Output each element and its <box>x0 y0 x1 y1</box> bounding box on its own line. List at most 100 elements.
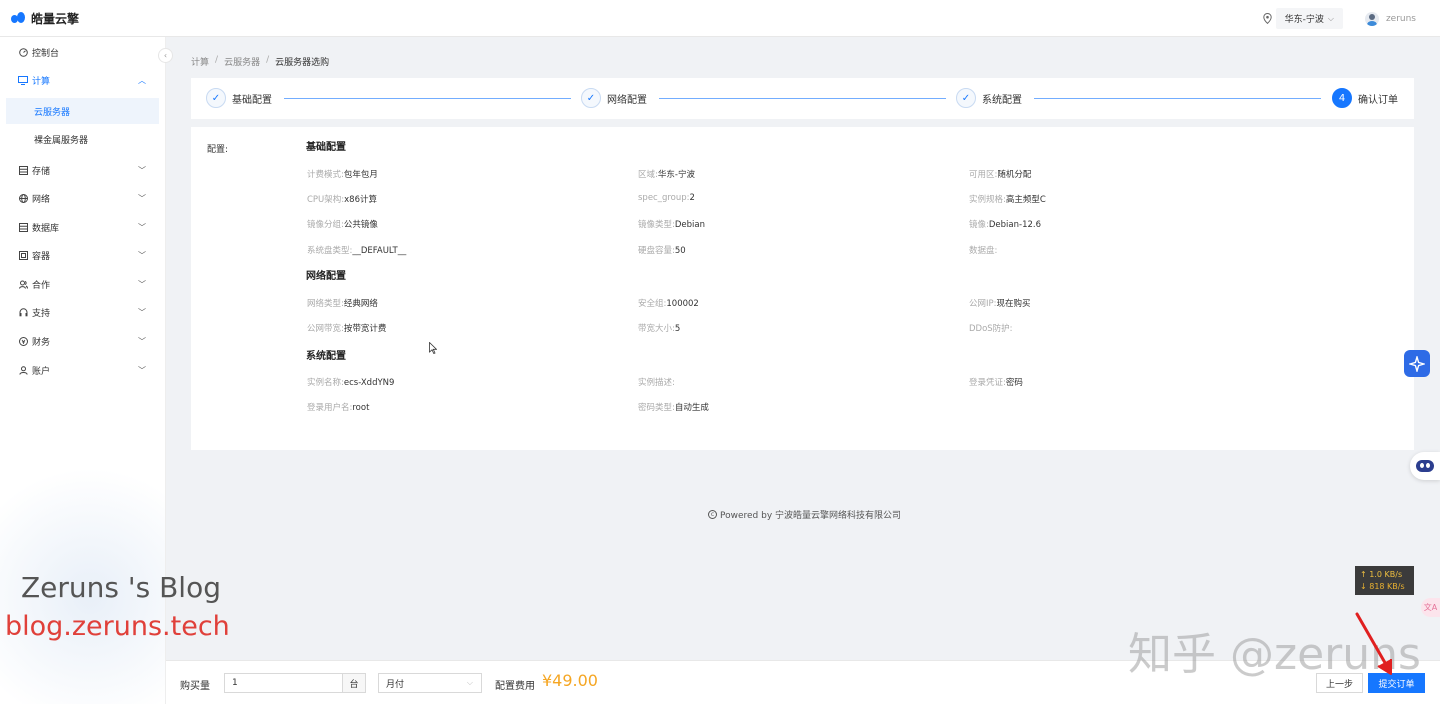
sidebar-item-label: 存储 <box>32 166 51 177</box>
dashboard-icon <box>18 47 28 57</box>
field-zone: 可用区:随机分配 <box>969 170 1032 180</box>
check-icon: ✓ <box>206 88 226 108</box>
sidebar-item-database[interactable]: 数据库 ﹀ <box>0 214 165 240</box>
quantity-input[interactable]: 1 <box>224 673 343 693</box>
check-icon: ✓ <box>581 88 601 108</box>
sidebar-item-finance[interactable]: 财务 ﹀ <box>0 328 165 354</box>
field-public-bandwidth: 公网带宽:按带宽计费 <box>307 324 387 334</box>
breadcrumb-item[interactable]: 云服务器 <box>224 55 260 68</box>
section-title-system: 系统配置 <box>306 351 346 362</box>
user-menu[interactable]: zeruns <box>1364 11 1416 26</box>
chevron-left-icon: ‹ <box>163 51 168 60</box>
sidebar-item-network[interactable]: 网络 ﹀ <box>0 185 165 211</box>
step-number: 4 <box>1332 88 1352 108</box>
chevron-up-icon: ︿ <box>138 75 146 85</box>
field-instance-name: 实例名称:ecs-XddYN9 <box>307 378 395 388</box>
config-summary-card: 配置: 基础配置 计费模式:包年包月 区域:华东-宁波 可用区:随机分配 CPU… <box>191 127 1414 450</box>
field-bandwidth-size: 带宽大小:5 <box>638 324 681 334</box>
network-speed-monitor: ↑ 1.0 KB/s ↓ 818 KB/s <box>1355 566 1414 595</box>
blog-watermark: Zeruns 's Blog <box>21 571 221 604</box>
sidebar-item-label: 财务 <box>32 337 51 348</box>
billing-period-value: 月付 <box>386 679 405 690</box>
sidebar-subitem-cloud-server[interactable]: 云服务器 <box>6 98 159 124</box>
upload-speed: ↑ 1.0 KB/s <box>1360 570 1403 579</box>
step-basic-config: ✓ 基础配置 <box>206 88 272 108</box>
annotation-arrow-icon <box>1355 612 1392 675</box>
step-confirm-order: 4 确认订单 <box>1332 88 1398 108</box>
top-header: 皓量云擎 华东-宁波 ⌵ zeruns <box>0 0 1440 37</box>
sidebar-subitem-label: 裸金属服务器 <box>34 135 89 146</box>
field-login-username: 登录用户名:root <box>307 403 370 413</box>
step-network-config: ✓ 网络配置 <box>581 88 647 108</box>
sidebar-item-label: 数据库 <box>32 223 60 234</box>
chevron-down-icon: ﹀ <box>138 279 146 289</box>
quantity-label: 购买量 <box>180 681 210 692</box>
order-steps: ✓ 基础配置 ✓ 网络配置 ✓ 系统配置 4 确认订单 <box>191 78 1414 119</box>
sidebar-item-account[interactable]: 账户 ﹀ <box>0 357 165 383</box>
field-security-group: 安全组:100002 <box>638 299 699 309</box>
field-public-ip: 公网IP:现在购买 <box>969 299 1031 309</box>
field-instance-description: 实例描述: <box>638 378 675 388</box>
sidebar-item-label: 容器 <box>32 251 51 262</box>
billing-period-select[interactable]: 月付 ⌵ <box>378 673 482 693</box>
username: zeruns <box>1385 13 1416 24</box>
field-image: 镜像:Debian-12.6 <box>969 220 1041 230</box>
sidebar-item-container[interactable]: 容器 ﹀ <box>0 242 165 268</box>
sidebar-item-storage[interactable]: 存储 ﹀ <box>0 157 165 183</box>
sidebar-item-label: 控制台 <box>32 48 60 59</box>
step-system-config: ✓ 系统配置 <box>956 88 1022 108</box>
sidebar-item-label: 计算 <box>32 76 51 87</box>
sidebar-item-compute[interactable]: 计算 ︿ <box>0 67 165 93</box>
breadcrumb-item[interactable]: 计算 <box>191 55 209 68</box>
check-icon: ✓ <box>956 88 976 108</box>
field-network-type: 网络类型:经典网络 <box>307 299 378 309</box>
avatar <box>1364 11 1379 26</box>
field-billing-mode: 计费模式:包年包月 <box>307 170 378 180</box>
field-image-type: 镜像类型:Debian <box>638 220 706 230</box>
logo[interactable]: 皓量云擎 <box>0 10 79 27</box>
breadcrumb: 计算 / 云服务器 / 云服务器选购 <box>191 55 330 68</box>
field-region: 区域:华东-宁波 <box>638 170 695 180</box>
logo-text: 皓量云擎 <box>31 11 80 26</box>
region-select[interactable]: 华东-宁波 ⌵ <box>1275 8 1343 29</box>
sidebar-item-partner[interactable]: 合作 ﹀ <box>0 271 165 297</box>
partner-icon <box>18 279 28 289</box>
config-label: 配置: <box>207 145 229 155</box>
storage-icon <box>18 165 28 175</box>
chevron-down-icon: ⌵ <box>466 678 473 687</box>
field-image-group: 镜像分组:公共镜像 <box>307 220 378 230</box>
sidebar-subitem-label: 云服务器 <box>34 107 71 118</box>
container-icon <box>18 250 28 260</box>
fee-label: 配置费用 <box>495 681 535 692</box>
chevron-down-icon: ﹀ <box>138 222 146 232</box>
sidebar-item-dashboard[interactable]: 控制台 <box>0 39 165 65</box>
translate-icon[interactable]: 文A <box>1421 598 1440 617</box>
field-password-type: 密码类型:自动生成 <box>638 403 709 413</box>
chevron-down-icon: ﹀ <box>138 365 146 375</box>
sidebar-item-label: 合作 <box>32 280 51 291</box>
field-disk-capacity: 硬盘容量:50 <box>638 246 686 256</box>
sidebar-subitem-bare-metal[interactable]: 裸金属服务器 <box>6 126 159 152</box>
logo-icon <box>11 12 25 24</box>
monitor-icon <box>18 75 28 85</box>
chatbot-button[interactable] <box>1410 452 1440 480</box>
field-cpu-arch: CPU架构:x86计算 <box>307 195 378 205</box>
field-login-credential: 登录凭证:密码 <box>969 378 1023 388</box>
sidebar-item-label: 支持 <box>32 308 51 319</box>
download-speed: ↓ 818 KB/s <box>1360 582 1405 591</box>
sidebar-item-label: 账户 <box>32 366 51 377</box>
user-icon <box>18 365 28 375</box>
ai-assistant-button[interactable] <box>1404 350 1430 377</box>
field-instance-spec: 实例规格:高主频型C <box>969 195 1046 205</box>
chevron-down-icon: ﹀ <box>138 165 146 175</box>
robot-icon <box>1416 460 1434 472</box>
sidebar-item-support[interactable]: 支持 ﹀ <box>0 299 165 325</box>
finance-icon <box>18 336 28 346</box>
copyright-icon: c <box>708 510 717 519</box>
sidebar-collapse-button[interactable]: ‹ <box>158 48 173 63</box>
sidebar-item-label: 网络 <box>32 194 51 205</box>
field-data-disk: 数据盘: <box>969 246 998 256</box>
fee-value: ¥49.00 <box>542 671 598 690</box>
step-label: 确认订单 <box>1358 94 1398 106</box>
chevron-down-icon: ﹀ <box>138 250 146 260</box>
